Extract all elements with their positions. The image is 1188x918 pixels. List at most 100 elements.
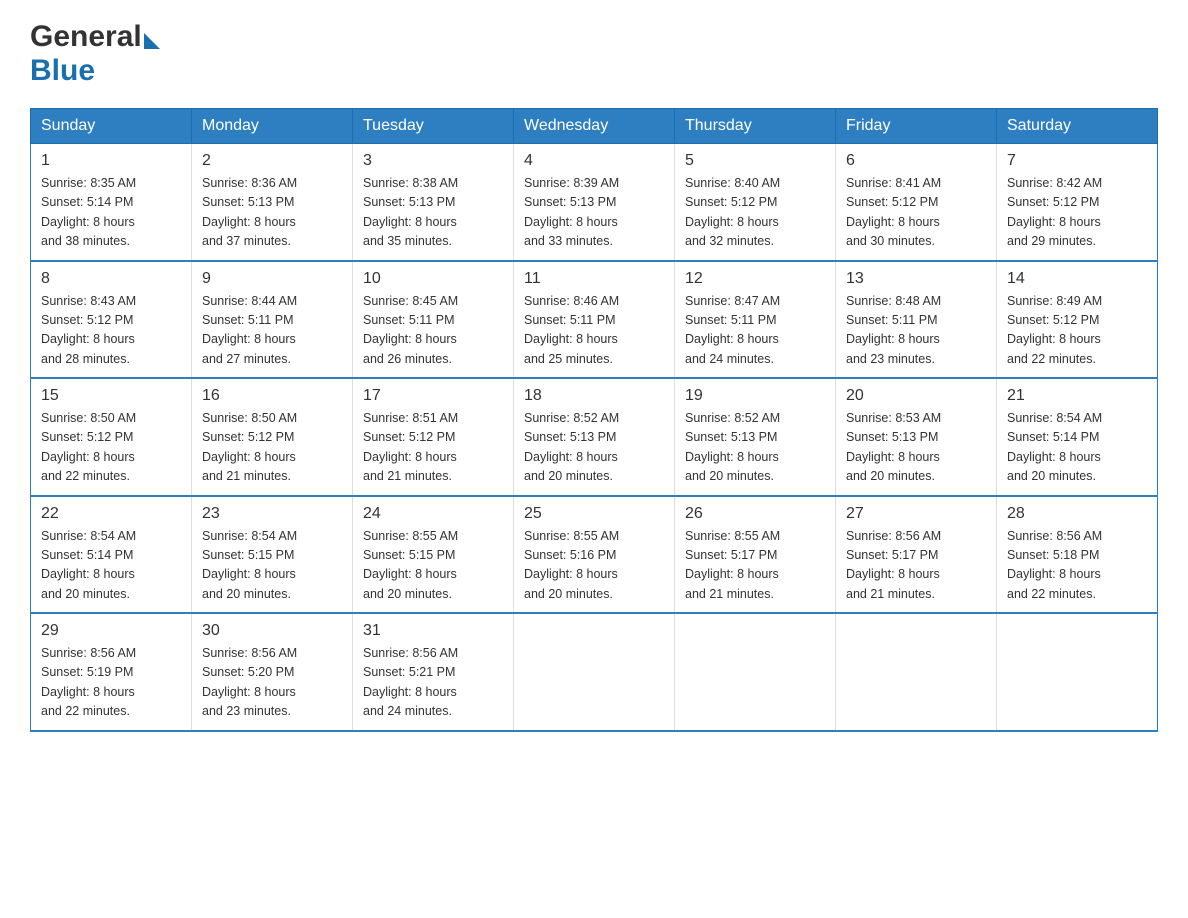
day-cell: 29 Sunrise: 8:56 AMSunset: 5:19 PMDaylig… — [31, 613, 192, 731]
day-cell: 18 Sunrise: 8:52 AMSunset: 5:13 PMDaylig… — [514, 378, 675, 496]
day-cell: 23 Sunrise: 8:54 AMSunset: 5:15 PMDaylig… — [192, 496, 353, 614]
day-number: 26 — [685, 505, 825, 523]
day-info: Sunrise: 8:52 AMSunset: 5:13 PMDaylight:… — [524, 409, 664, 487]
day-info: Sunrise: 8:55 AMSunset: 5:16 PMDaylight:… — [524, 527, 664, 605]
week-row-2: 8 Sunrise: 8:43 AMSunset: 5:12 PMDayligh… — [31, 261, 1158, 379]
day-cell: 19 Sunrise: 8:52 AMSunset: 5:13 PMDaylig… — [675, 378, 836, 496]
day-cell — [675, 613, 836, 731]
day-info: Sunrise: 8:54 AMSunset: 5:14 PMDaylight:… — [1007, 409, 1147, 487]
day-info: Sunrise: 8:49 AMSunset: 5:12 PMDaylight:… — [1007, 292, 1147, 370]
weekday-header-sunday: Sunday — [31, 109, 192, 144]
day-number: 14 — [1007, 270, 1147, 288]
week-row-1: 1 Sunrise: 8:35 AMSunset: 5:14 PMDayligh… — [31, 144, 1158, 261]
weekday-header-friday: Friday — [836, 109, 997, 144]
day-info: Sunrise: 8:56 AMSunset: 5:21 PMDaylight:… — [363, 644, 503, 722]
day-info: Sunrise: 8:36 AMSunset: 5:13 PMDaylight:… — [202, 174, 342, 252]
day-number: 12 — [685, 270, 825, 288]
day-cell: 5 Sunrise: 8:40 AMSunset: 5:12 PMDayligh… — [675, 144, 836, 261]
day-info: Sunrise: 8:40 AMSunset: 5:12 PMDaylight:… — [685, 174, 825, 252]
day-number: 31 — [363, 622, 503, 640]
day-cell: 12 Sunrise: 8:47 AMSunset: 5:11 PMDaylig… — [675, 261, 836, 379]
day-info: Sunrise: 8:43 AMSunset: 5:12 PMDaylight:… — [41, 292, 181, 370]
day-number: 4 — [524, 152, 664, 170]
day-number: 23 — [202, 505, 342, 523]
day-cell: 31 Sunrise: 8:56 AMSunset: 5:21 PMDaylig… — [353, 613, 514, 731]
day-number: 30 — [202, 622, 342, 640]
day-info: Sunrise: 8:47 AMSunset: 5:11 PMDaylight:… — [685, 292, 825, 370]
page-header: General Blue — [30, 20, 1158, 88]
day-cell: 22 Sunrise: 8:54 AMSunset: 5:14 PMDaylig… — [31, 496, 192, 614]
day-number: 22 — [41, 505, 181, 523]
week-row-4: 22 Sunrise: 8:54 AMSunset: 5:14 PMDaylig… — [31, 496, 1158, 614]
day-info: Sunrise: 8:38 AMSunset: 5:13 PMDaylight:… — [363, 174, 503, 252]
day-info: Sunrise: 8:42 AMSunset: 5:12 PMDaylight:… — [1007, 174, 1147, 252]
day-cell: 3 Sunrise: 8:38 AMSunset: 5:13 PMDayligh… — [353, 144, 514, 261]
day-info: Sunrise: 8:55 AMSunset: 5:15 PMDaylight:… — [363, 527, 503, 605]
week-row-5: 29 Sunrise: 8:56 AMSunset: 5:19 PMDaylig… — [31, 613, 1158, 731]
day-cell: 13 Sunrise: 8:48 AMSunset: 5:11 PMDaylig… — [836, 261, 997, 379]
day-info: Sunrise: 8:55 AMSunset: 5:17 PMDaylight:… — [685, 527, 825, 605]
day-cell: 6 Sunrise: 8:41 AMSunset: 5:12 PMDayligh… — [836, 144, 997, 261]
day-cell: 20 Sunrise: 8:53 AMSunset: 5:13 PMDaylig… — [836, 378, 997, 496]
day-info: Sunrise: 8:50 AMSunset: 5:12 PMDaylight:… — [41, 409, 181, 487]
day-number: 19 — [685, 387, 825, 405]
day-info: Sunrise: 8:52 AMSunset: 5:13 PMDaylight:… — [685, 409, 825, 487]
logo-blue-text: Blue — [30, 54, 95, 87]
day-number: 10 — [363, 270, 503, 288]
day-info: Sunrise: 8:48 AMSunset: 5:11 PMDaylight:… — [846, 292, 986, 370]
day-cell: 26 Sunrise: 8:55 AMSunset: 5:17 PMDaylig… — [675, 496, 836, 614]
logo-general-text: General — [30, 20, 142, 54]
day-number: 21 — [1007, 387, 1147, 405]
day-number: 3 — [363, 152, 503, 170]
day-number: 6 — [846, 152, 986, 170]
day-number: 18 — [524, 387, 664, 405]
day-info: Sunrise: 8:56 AMSunset: 5:20 PMDaylight:… — [202, 644, 342, 722]
day-number: 15 — [41, 387, 181, 405]
day-info: Sunrise: 8:54 AMSunset: 5:14 PMDaylight:… — [41, 527, 181, 605]
day-number: 9 — [202, 270, 342, 288]
day-cell: 28 Sunrise: 8:56 AMSunset: 5:18 PMDaylig… — [997, 496, 1158, 614]
day-cell: 2 Sunrise: 8:36 AMSunset: 5:13 PMDayligh… — [192, 144, 353, 261]
day-number: 16 — [202, 387, 342, 405]
weekday-header-tuesday: Tuesday — [353, 109, 514, 144]
day-info: Sunrise: 8:54 AMSunset: 5:15 PMDaylight:… — [202, 527, 342, 605]
day-info: Sunrise: 8:35 AMSunset: 5:14 PMDaylight:… — [41, 174, 181, 252]
day-number: 24 — [363, 505, 503, 523]
day-number: 28 — [1007, 505, 1147, 523]
day-info: Sunrise: 8:41 AMSunset: 5:12 PMDaylight:… — [846, 174, 986, 252]
day-info: Sunrise: 8:51 AMSunset: 5:12 PMDaylight:… — [363, 409, 503, 487]
day-info: Sunrise: 8:56 AMSunset: 5:17 PMDaylight:… — [846, 527, 986, 605]
day-number: 25 — [524, 505, 664, 523]
day-cell — [514, 613, 675, 731]
day-number: 1 — [41, 152, 181, 170]
day-cell: 9 Sunrise: 8:44 AMSunset: 5:11 PMDayligh… — [192, 261, 353, 379]
day-number: 5 — [685, 152, 825, 170]
week-row-3: 15 Sunrise: 8:50 AMSunset: 5:12 PMDaylig… — [31, 378, 1158, 496]
weekday-header-row: SundayMondayTuesdayWednesdayThursdayFrid… — [31, 109, 1158, 144]
day-cell: 27 Sunrise: 8:56 AMSunset: 5:17 PMDaylig… — [836, 496, 997, 614]
weekday-header-saturday: Saturday — [997, 109, 1158, 144]
day-cell: 15 Sunrise: 8:50 AMSunset: 5:12 PMDaylig… — [31, 378, 192, 496]
day-number: 8 — [41, 270, 181, 288]
day-number: 17 — [363, 387, 503, 405]
day-cell: 7 Sunrise: 8:42 AMSunset: 5:12 PMDayligh… — [997, 144, 1158, 261]
weekday-header-monday: Monday — [192, 109, 353, 144]
day-cell — [836, 613, 997, 731]
day-cell — [997, 613, 1158, 731]
day-info: Sunrise: 8:46 AMSunset: 5:11 PMDaylight:… — [524, 292, 664, 370]
day-info: Sunrise: 8:53 AMSunset: 5:13 PMDaylight:… — [846, 409, 986, 487]
day-info: Sunrise: 8:56 AMSunset: 5:18 PMDaylight:… — [1007, 527, 1147, 605]
day-cell: 4 Sunrise: 8:39 AMSunset: 5:13 PMDayligh… — [514, 144, 675, 261]
day-info: Sunrise: 8:56 AMSunset: 5:19 PMDaylight:… — [41, 644, 181, 722]
weekday-header-thursday: Thursday — [675, 109, 836, 144]
day-cell: 17 Sunrise: 8:51 AMSunset: 5:12 PMDaylig… — [353, 378, 514, 496]
day-info: Sunrise: 8:45 AMSunset: 5:11 PMDaylight:… — [363, 292, 503, 370]
day-cell: 10 Sunrise: 8:45 AMSunset: 5:11 PMDaylig… — [353, 261, 514, 379]
day-cell: 1 Sunrise: 8:35 AMSunset: 5:14 PMDayligh… — [31, 144, 192, 261]
calendar-table: SundayMondayTuesdayWednesdayThursdayFrid… — [30, 108, 1158, 732]
day-cell: 25 Sunrise: 8:55 AMSunset: 5:16 PMDaylig… — [514, 496, 675, 614]
day-cell: 11 Sunrise: 8:46 AMSunset: 5:11 PMDaylig… — [514, 261, 675, 379]
day-number: 20 — [846, 387, 986, 405]
calendar-body: 1 Sunrise: 8:35 AMSunset: 5:14 PMDayligh… — [31, 144, 1158, 731]
calendar-header: SundayMondayTuesdayWednesdayThursdayFrid… — [31, 109, 1158, 144]
